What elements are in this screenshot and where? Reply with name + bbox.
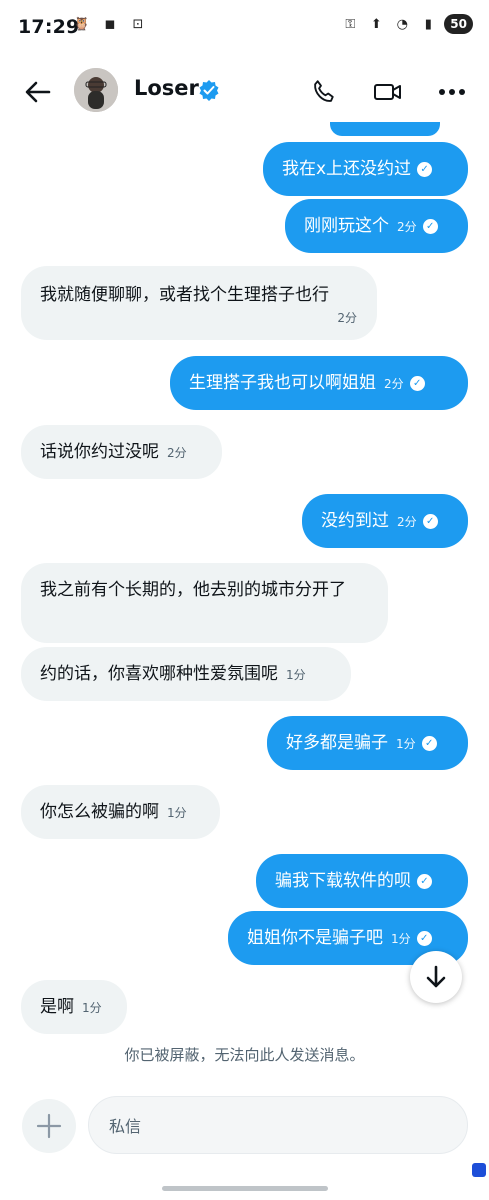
signal-icon: ▮ (424, 16, 432, 32)
read-check-icon: ✓ (422, 218, 438, 234)
key-icon: ⚿ (345, 16, 356, 32)
battery-indicator: 50 (444, 14, 473, 34)
message-bubble-incoming[interactable]: 约的话，你喜欢哪种性爱氛围呢 1分 (21, 647, 351, 701)
read-check-icon: ✓ (409, 375, 425, 391)
message-bubble-outgoing[interactable]: 刚刚玩这个 2分 ✓ (285, 199, 468, 253)
taobao-icon: ◼ (104, 16, 116, 32)
message-bubble-outgoing[interactable]: 没约到过 2分 ✓ (302, 494, 468, 548)
more-horizontal-icon (439, 89, 465, 95)
read-check-icon: ✓ (416, 930, 432, 946)
message-bubble-incoming[interactable]: 我之前有个长期的，他去别的城市分开了 (21, 563, 388, 643)
message-time: 1分 (286, 668, 306, 682)
message-time: 1分 (167, 806, 187, 820)
message-text: 我在x上还没约过 (282, 159, 412, 179)
message-text: 我之前有个长期的，他去别的城市分开了 (40, 580, 346, 600)
message-text: 没约到过 (321, 511, 389, 531)
message-text: 好多都是骗子 (286, 733, 388, 753)
message-text: 是啊 (40, 997, 74, 1017)
dm-conversation-screen: 17:29 🦉 ◼ ⊡ ⚿ ⬆ ◔ ▮ 50 Loser 我在x上还没约过 ✓ … (0, 0, 489, 1200)
status-left-icons: 🦉 ◼ ⊡ (72, 14, 148, 34)
message-time: 2分 (337, 311, 357, 325)
message-bubble-incoming[interactable]: 你怎么被骗的啊 1分 (21, 785, 220, 839)
read-check-icon: ✓ (417, 873, 432, 889)
message-text: 话说你约过没呢 (40, 442, 159, 462)
message-bubble-outgoing[interactable]: 生理搭子我也可以啊姐姐 2分 ✓ (170, 356, 468, 410)
direct-message-input[interactable]: 私信 (88, 1096, 468, 1154)
message-time: 1分 (396, 737, 416, 751)
app-badge-icon (472, 1163, 486, 1177)
message-composer: 私信 (0, 1090, 489, 1160)
conversation-header: Loser (0, 56, 489, 126)
message-text: 你怎么被骗的啊 (40, 802, 159, 822)
contact-avatar[interactable] (74, 68, 118, 112)
scroll-to-bottom-button[interactable] (410, 951, 462, 1003)
message-bubble-incoming[interactable]: 话说你约过没呢 2分 (21, 425, 222, 479)
message-time: 2分 (397, 515, 417, 529)
read-check-icon: ✓ (422, 513, 438, 529)
read-check-icon: ✓ (417, 161, 433, 177)
avatar-image (74, 68, 118, 112)
voice-call-button[interactable] (306, 74, 342, 110)
verified-badge-icon (199, 80, 219, 101)
message-time: 1分 (82, 1001, 102, 1015)
more-options-button[interactable] (434, 74, 470, 110)
message-time: 2分 (384, 377, 404, 391)
message-bubble-incoming[interactable]: 是啊 1分 (21, 980, 127, 1034)
message-bubble-incoming[interactable]: 我就随便聊聊，或者找个生理搭子也行 2分 (21, 266, 377, 340)
status-bar: 17:29 🦉 ◼ ⊡ ⚿ ⬆ ◔ ▮ 50 (0, 0, 489, 56)
home-indicator[interactable] (162, 1186, 328, 1191)
blocked-notice: 你已被屏蔽，无法向此人发送消息。 (124, 1046, 365, 1064)
message-time: 2分 (167, 446, 187, 460)
message-text: 生理搭子我也可以啊姐姐 (189, 373, 376, 393)
message-time: 1分 (391, 932, 411, 946)
read-check-icon: ✓ (421, 735, 437, 751)
message-text: 约的话，你喜欢哪种性爱氛围呢 (40, 664, 278, 684)
message-text: 姐姐你不是骗子吧 (247, 928, 383, 948)
message-bubble-outgoing[interactable]: 骗我下载软件的呗 ✓ (256, 854, 468, 908)
video-call-button[interactable] (370, 74, 406, 110)
message-bubble-outgoing[interactable]: 我在x上还没约过 ✓ (263, 142, 468, 196)
message-text: 我就随便聊聊，或者找个生理搭子也行 (40, 285, 329, 305)
contact-name[interactable]: Loser (134, 76, 199, 100)
phone-icon (314, 80, 334, 102)
add-media-button[interactable] (22, 1099, 76, 1153)
message-bubble-cut (330, 122, 440, 136)
upload-icon: ⬆ (370, 16, 382, 32)
status-right-icons: ⚿ ⬆ ◔ ▮ 50 (340, 14, 473, 34)
arrow-left-icon (25, 81, 51, 103)
wifi-icon: ◔ (396, 16, 408, 32)
status-time: 17:29 (18, 16, 80, 38)
message-text: 刚刚玩这个 (304, 216, 389, 236)
back-button[interactable] (18, 72, 58, 112)
message-text: 骗我下载软件的呗 (275, 871, 411, 891)
message-bubble-outgoing[interactable]: 好多都是骗子 1分 ✓ (267, 716, 468, 770)
message-time: 2分 (397, 220, 417, 234)
scan-icon: ⊡ (132, 16, 144, 32)
owl-icon: 🦉 (73, 16, 91, 32)
arrow-down-icon (426, 965, 446, 988)
plus-icon (36, 1113, 62, 1139)
video-camera-icon (374, 84, 401, 100)
